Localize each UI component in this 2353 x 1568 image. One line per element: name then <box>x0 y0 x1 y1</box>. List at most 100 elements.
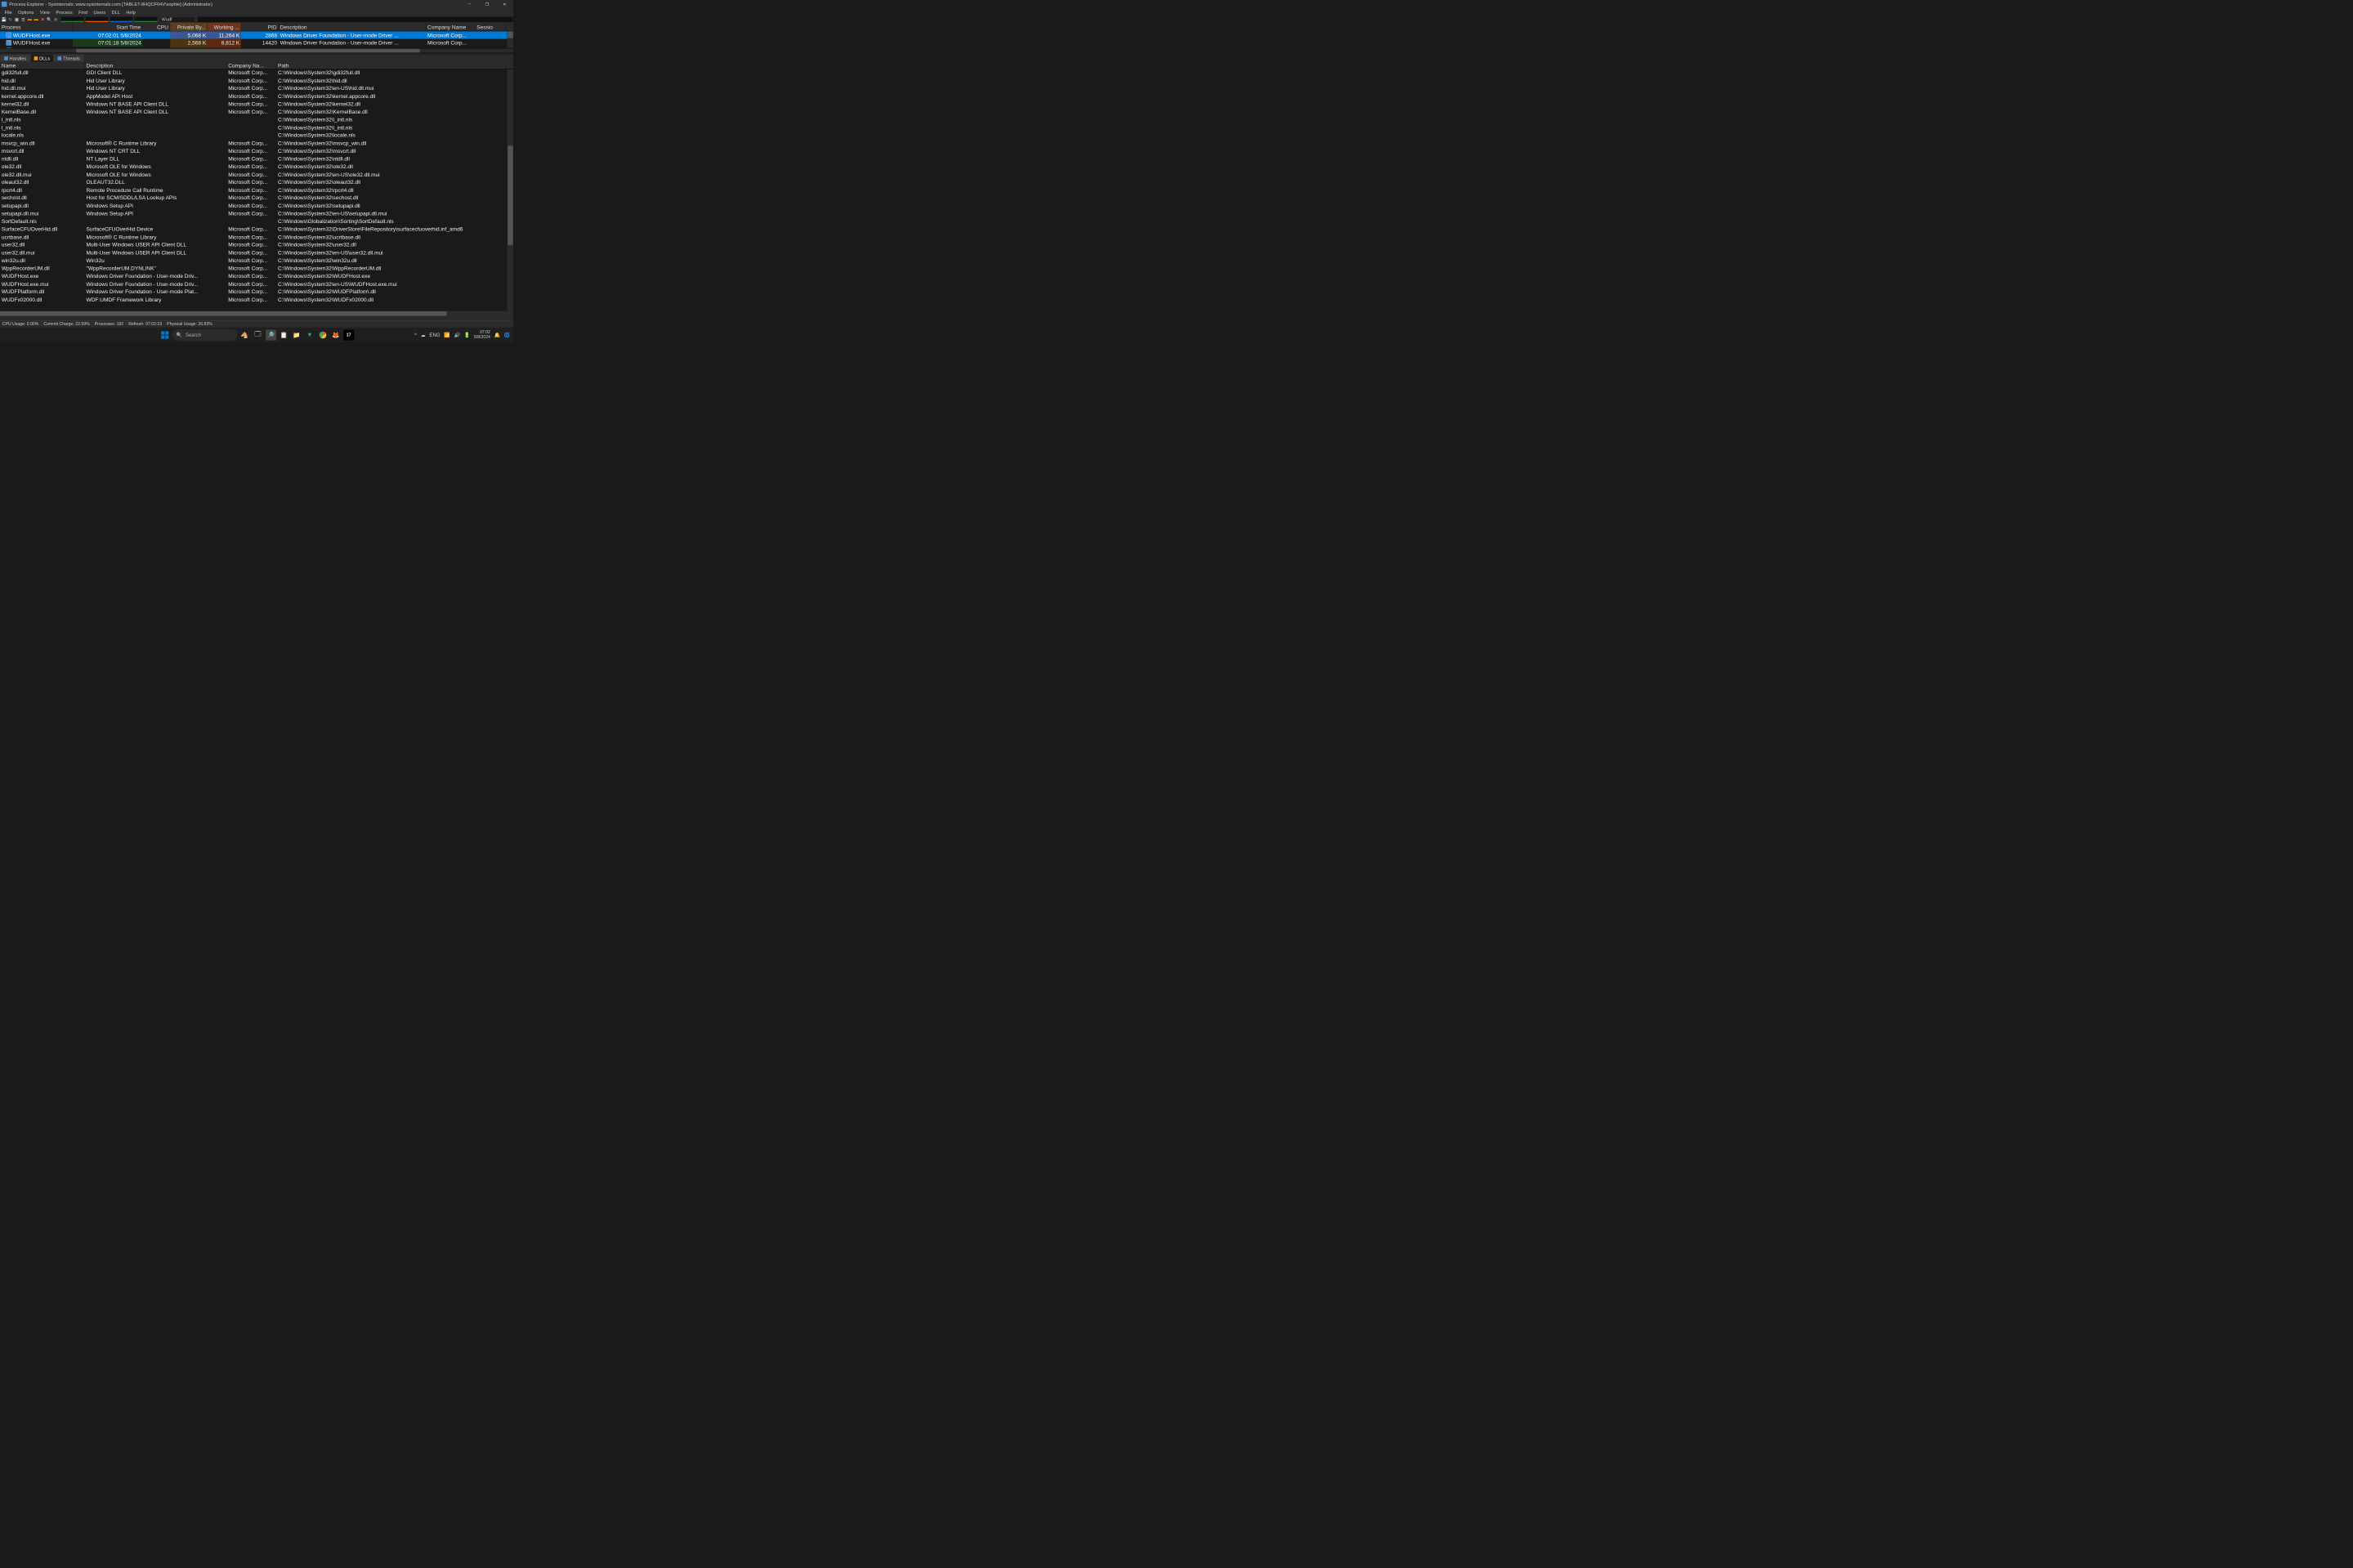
taskbar-app-2[interactable]: 🗔 <box>253 329 263 340</box>
dll-vscrollbar[interactable] <box>508 69 513 311</box>
minimize-button[interactable]: ─ <box>461 0 478 8</box>
dll-row[interactable]: hid.dll Hid User Library Microsoft Corp.… <box>0 78 513 86</box>
kill-process-icon[interactable]: ✖ <box>40 16 46 22</box>
dll-row[interactable]: l_intl.nls C:\Windows\System32\l_intl.nl… <box>0 116 513 124</box>
tray-copilot-icon[interactable]: 🌀 <box>504 332 511 337</box>
menu-options[interactable]: Options <box>15 9 37 16</box>
column-session[interactable]: Sessio <box>475 23 505 31</box>
column-description[interactable]: Description <box>279 23 426 31</box>
tab-handles[interactable]: Handles <box>1 55 30 62</box>
menu-users[interactable]: Users <box>91 9 109 16</box>
dll-row[interactable]: WUDFHost.exe Windows Driver Foundation -… <box>0 273 513 281</box>
menu-find[interactable]: Find <box>75 9 90 16</box>
start-button[interactable] <box>159 329 170 340</box>
close-button[interactable]: ✕ <box>496 0 513 8</box>
physical-graph-icon[interactable] <box>134 16 158 22</box>
dll-row[interactable]: msvcrt.dll Windows NT CRT DLL Microsoft … <box>0 148 513 156</box>
tray-language-icon[interactable]: ENG <box>429 332 440 337</box>
taskbar-app-9[interactable]: 17 <box>343 329 354 340</box>
find-icon[interactable]: 🔍 <box>47 16 52 22</box>
column-cpu[interactable]: CPU <box>143 23 171 31</box>
dll-row[interactable]: hid.dll.mui Hid User Library Microsoft C… <box>0 85 513 93</box>
cpu-graph-icon[interactable] <box>60 16 84 22</box>
refresh-icon[interactable]: ↻ <box>7 16 13 22</box>
taskbar-app-1[interactable]: 🐴 <box>239 329 250 340</box>
dll-row[interactable]: kernel.appcore.dll AppModel API Host Mic… <box>0 93 513 101</box>
process-list[interactable]: WUDFHost.exe 07:02:01 5/8/2024 5,068 K 1… <box>0 31 513 48</box>
menu-process[interactable]: Process <box>53 9 76 16</box>
dll-row[interactable]: SurfaceCFUOverHid.dll SurfaceCFUOverHid … <box>0 226 513 234</box>
dll-row[interactable]: WUDFHost.exe.mui Windows Driver Foundati… <box>0 280 513 288</box>
tray-clock[interactable]: 07:02 5/8/2024 <box>474 330 490 339</box>
history-graph[interactable] <box>197 16 513 22</box>
dll-row[interactable]: WUDFPlatform.dll Windows Driver Foundati… <box>0 288 513 297</box>
tray-onedrive-icon[interactable]: ☁ <box>421 332 426 337</box>
process-row[interactable]: WUDFHost.exe 07:02:01 5/8/2024 5,068 K 1… <box>0 31 513 38</box>
tab-dlls[interactable]: DLLs <box>30 55 53 62</box>
column-pid[interactable]: PID <box>241 23 279 31</box>
dll-column-name[interactable]: Name <box>0 62 85 69</box>
dll-hscrollbar[interactable] <box>0 311 513 317</box>
dll-row[interactable]: ntdll.dll NT Layer DLL Microsoft Corp...… <box>0 155 513 163</box>
find-window-icon[interactable]: ⊕ <box>52 16 58 22</box>
taskbar-app-6[interactable]: ▼ <box>304 329 315 340</box>
column-working-set[interactable]: Working ... <box>208 23 241 31</box>
taskbar-firefox[interactable]: 🦊 <box>330 329 341 340</box>
dll-row[interactable]: locale.nls C:\Windows\System32\locale.nl… <box>0 132 513 141</box>
tray-volume-icon[interactable]: 🔊 <box>454 332 460 337</box>
column-company[interactable]: Company Name <box>426 23 475 31</box>
dll-row[interactable]: sechost.dll Host for SCM/SDDL/LSA Lookup… <box>0 194 513 203</box>
taskbar-app-procexp[interactable]: 🔎 <box>266 329 276 340</box>
menu-dll[interactable]: DLL <box>109 9 123 16</box>
titlebar[interactable]: Process Explorer - Sysinternals: www.sys… <box>0 0 513 8</box>
dll-row[interactable]: oleaut32.dll OLEAUT32.DLL Microsoft Corp… <box>0 179 513 187</box>
menu-view[interactable]: View <box>37 9 53 16</box>
dll-row[interactable]: ucrtbase.dll Microsoft® C Runtime Librar… <box>0 234 513 242</box>
menu-help[interactable]: Help <box>123 9 139 16</box>
dll-column-company[interactable]: Company Na... <box>226 62 276 69</box>
tray-notifications-icon[interactable]: 🔔 <box>494 332 501 337</box>
maximize-button[interactable]: ❐ <box>478 0 495 8</box>
dll-row[interactable]: msvcp_win.dll Microsoft® C Runtime Libra… <box>0 140 513 148</box>
dll-row[interactable]: l_intl.nls C:\Windows\System32\l_intl.nl… <box>0 124 513 132</box>
menu-file[interactable]: File <box>2 9 16 16</box>
process-vscrollbar[interactable] <box>508 31 513 48</box>
process-hscrollbar[interactable] <box>0 48 513 53</box>
dll-row[interactable]: WppRecorderUM.dll "WppRecorderUM.DYNLINK… <box>0 265 513 273</box>
column-private-bytes[interactable]: Private By... <box>170 23 208 31</box>
tab-threads[interactable]: Threads <box>54 55 83 62</box>
column-process[interactable]: Process <box>0 23 73 31</box>
process-row[interactable]: WUDFHost.exe 07:01:18 5/8/2024 2,568 K 8… <box>0 39 513 47</box>
taskbar-chrome[interactable] <box>317 329 328 340</box>
dll-column-description[interactable]: Description <box>85 62 227 69</box>
show-handles-icon[interactable]: ▬ <box>34 16 39 22</box>
taskbar-app-4[interactable]: 📋 <box>279 329 289 340</box>
dll-column-path[interactable]: Path <box>276 62 505 69</box>
tray-battery-icon[interactable]: 🔋 <box>464 332 471 337</box>
process-tree-icon[interactable]: ☰ <box>20 16 26 22</box>
commit-graph-icon[interactable] <box>85 16 109 22</box>
column-start-time[interactable]: Start Time <box>73 23 143 31</box>
dll-row[interactable]: rpcrt4.dll Remote Procedure Call Runtime… <box>0 187 513 195</box>
dll-row[interactable]: gdi32full.dll GDI Client DLL Microsoft C… <box>0 69 513 78</box>
show-dll-icon[interactable]: ▬ <box>27 16 33 22</box>
dll-list[interactable]: gdi32full.dll GDI Client DLL Microsoft C… <box>0 69 513 311</box>
tray-wifi-icon[interactable]: 📶 <box>444 332 450 337</box>
dll-row[interactable]: ole32.dll.mui Microsoft OLE for Windows … <box>0 171 513 179</box>
filter-input[interactable] <box>159 16 195 22</box>
taskbar-search[interactable]: 🔍Search <box>172 329 237 341</box>
windows-taskbar[interactable]: 🔍Search 🐴 🗔 🔎 📋 📁 ▼ 🦊 17 ^ ☁ ENG 📶 🔊 🔋 0… <box>0 327 513 342</box>
dll-row[interactable]: WUDFx02000.dll WDF:UMDF Framework Librar… <box>0 297 513 305</box>
dll-row[interactable]: user32.dll Multi-User Windows USER API C… <box>0 242 513 250</box>
dll-row[interactable]: setupapi.dll.mui Windows Setup API Micro… <box>0 210 513 218</box>
system-info-icon[interactable]: ▦ <box>14 16 20 22</box>
save-icon[interactable]: 💾 <box>1 16 7 22</box>
dll-row[interactable]: setupapi.dll Windows Setup API Microsoft… <box>0 203 513 211</box>
dll-row[interactable]: ole32.dll Microsoft OLE for Windows Micr… <box>0 163 513 172</box>
dll-row[interactable]: SortDefault.nls C:\Windows\Globalization… <box>0 218 513 226</box>
tray-chevron-icon[interactable]: ^ <box>414 332 417 337</box>
dll-row[interactable]: win32u.dll Win32u Microsoft Corp... C:\W… <box>0 257 513 266</box>
dll-row[interactable]: kernel32.dll Windows NT BASE API Client … <box>0 101 513 109</box>
io-graph-icon[interactable] <box>110 16 133 22</box>
dll-row[interactable]: user32.dll.mui Multi-User Windows USER A… <box>0 249 513 257</box>
